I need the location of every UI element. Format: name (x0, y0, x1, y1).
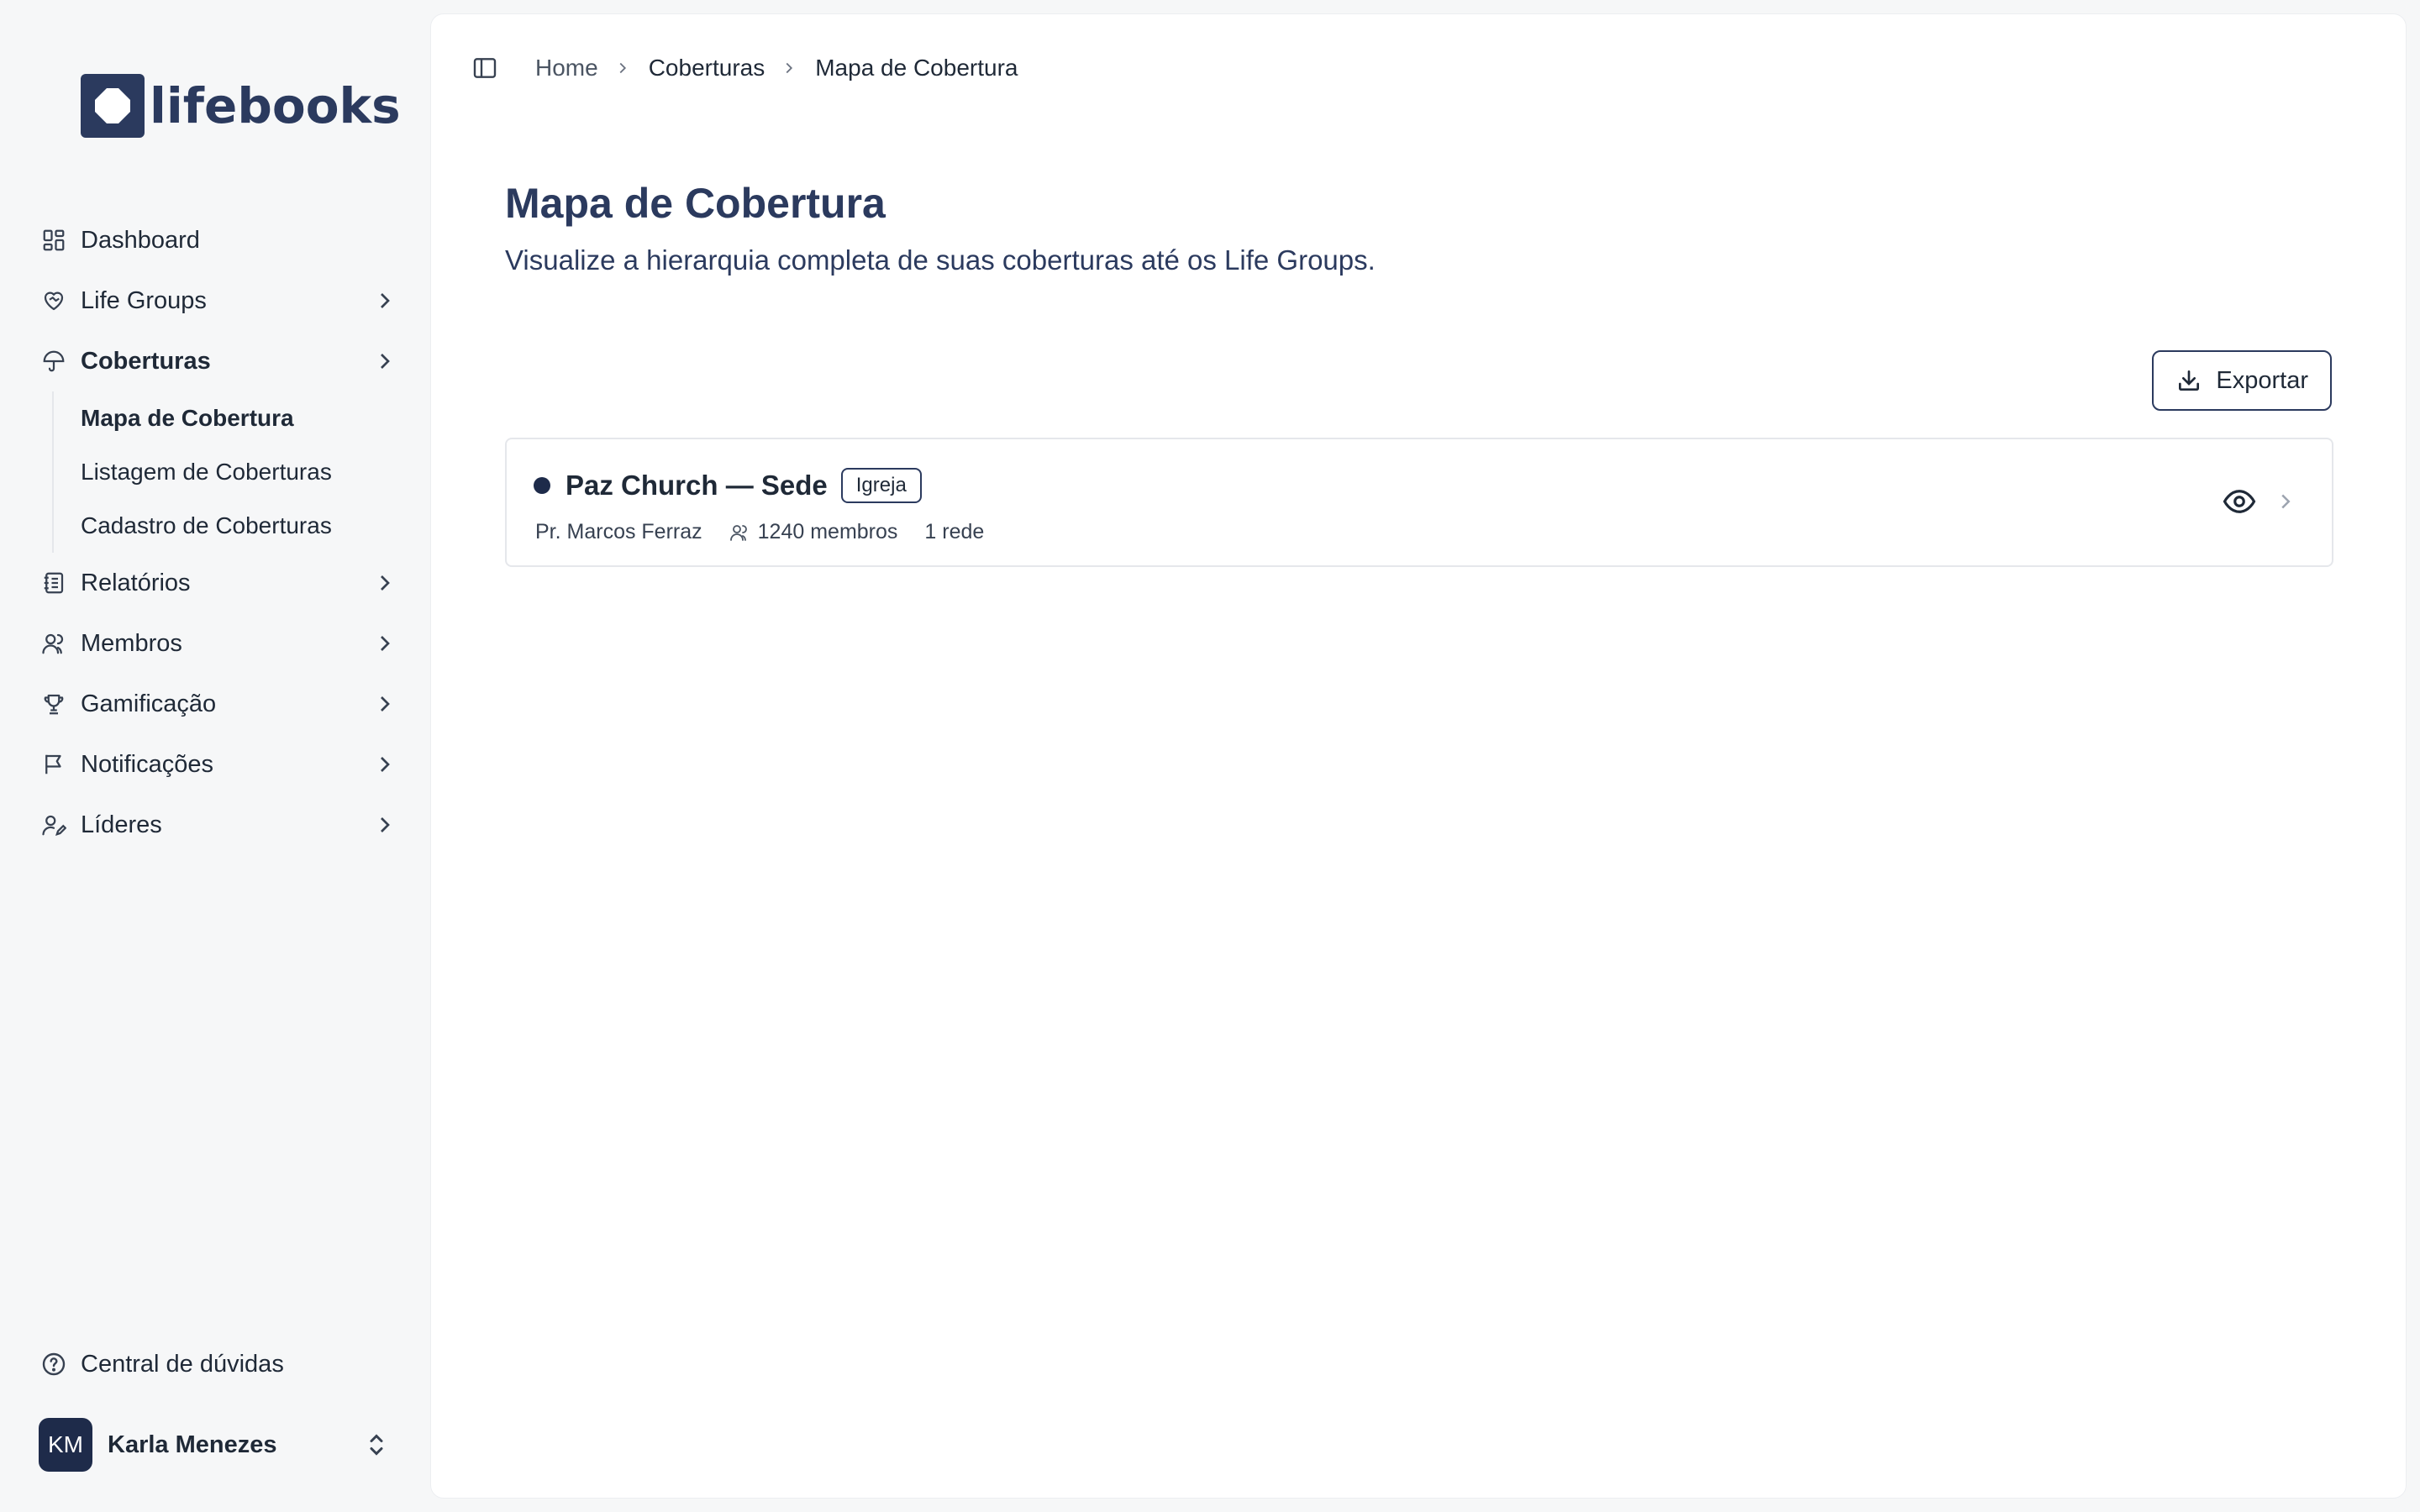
sidebar-item-label: Relatórios (81, 569, 191, 596)
chevron-right-icon (2281, 494, 2291, 509)
sidebar-item-gamificacao[interactable]: Gamificação (37, 674, 398, 734)
help-center-label: Central de dúvidas (81, 1350, 284, 1378)
coverage-title: Paz Church — Sede (566, 470, 828, 501)
export-button[interactable]: Exportar (2152, 350, 2332, 411)
sidebar-item-lideres[interactable]: Líderes (37, 795, 398, 855)
subnav-item-mapa-de-cobertura[interactable]: Mapa de Cobertura (81, 391, 398, 445)
page-subtitle: Visualize a hierarquia completa de suas … (505, 244, 1376, 276)
coverage-card[interactable]: Paz Church — Sede Igreja Pr. Marcos Ferr… (505, 438, 2333, 567)
breadcrumb-current: Mapa de Cobertura (815, 55, 1018, 81)
members-count: 1240 membros (729, 520, 898, 544)
sidebar-item-label: Notificações (81, 750, 213, 778)
chevron-right-icon (381, 354, 390, 369)
help-circle-icon (37, 1347, 71, 1381)
umbrella-icon (37, 344, 71, 378)
breadcrumb: Home Coberturas Mapa de Cobertura (535, 55, 1018, 81)
sidebar-item-membros[interactable]: Membros (37, 613, 398, 674)
dashboard-icon (37, 223, 71, 257)
expand-button[interactable] (2271, 487, 2300, 516)
panel-left-icon (473, 58, 497, 78)
sidebar-item-coberturas[interactable]: Coberturas (37, 331, 398, 391)
brand-name: lifebooks (150, 77, 401, 134)
sidebar-toggle-button[interactable] (470, 53, 500, 83)
sidebar-item-label: Life Groups (81, 286, 207, 314)
networks-count: 1 rede (924, 520, 985, 543)
export-label: Exportar (2216, 366, 2308, 394)
chevron-right-icon (381, 696, 390, 711)
sidebar-item-life-groups[interactable]: Life Groups (37, 270, 398, 331)
chevron-right-icon (381, 817, 390, 832)
breadcrumb-home[interactable]: Home (535, 55, 598, 81)
type-badge: Igreja (840, 468, 922, 503)
breadcrumb-coberturas[interactable]: Coberturas (649, 55, 765, 81)
sidebar-item-label: Gamificação (81, 690, 217, 717)
avatar: KM (39, 1418, 92, 1472)
coverage-card-meta: Pr. Marcos Ferraz 1240 membros 1 rede (535, 520, 984, 544)
download-icon (2175, 366, 2204, 395)
sidebar-item-notificacoes[interactable]: Notificações (37, 734, 398, 795)
logo-mark-icon (81, 74, 145, 138)
coverage-card-header: Paz Church — Sede Igreja (534, 468, 922, 503)
eye-icon (2223, 490, 2256, 513)
subnav-item-listagem-de-coberturas[interactable]: Listagem de Coberturas (81, 445, 398, 499)
sidebar-nav: Dashboard Life Groups Coberturas Mapa de… (37, 210, 398, 855)
pastor-name: Pr. Marcos Ferraz (535, 520, 702, 543)
chevron-right-icon (613, 58, 634, 78)
message-flag-icon (37, 748, 71, 781)
sidebar: lifebooks Dashboard Life Groups Cobertur… (0, 0, 430, 1512)
trophy-icon (37, 687, 71, 721)
sidebar-item-label: Coberturas (81, 347, 211, 375)
chevron-right-icon (381, 575, 390, 591)
topbar: Home Coberturas Mapa de Cobertura (470, 48, 1018, 88)
coverage-card-actions (2221, 483, 2300, 520)
coberturas-subnav: Mapa de Cobertura Listagem de Coberturas… (52, 391, 398, 553)
notebook-icon (37, 566, 71, 600)
heart-handshake-icon (37, 284, 71, 318)
help-center-link[interactable]: Central de dúvidas (37, 1334, 284, 1394)
sidebar-item-label: Líderes (81, 811, 162, 838)
users-icon (729, 522, 751, 543)
chevron-right-icon (381, 757, 390, 772)
user-name: Karla Menezes (108, 1431, 277, 1458)
view-button[interactable] (2221, 483, 2258, 520)
brand-logo[interactable]: lifebooks (81, 74, 401, 138)
sidebar-item-label: Membros (81, 629, 182, 657)
sidebar-item-label: Dashboard (81, 226, 200, 254)
subnav-item-cadastro-de-coberturas[interactable]: Cadastro de Coberturas (81, 499, 398, 553)
page-title: Mapa de Cobertura (505, 180, 886, 227)
status-dot (534, 477, 550, 494)
sidebar-item-dashboard[interactable]: Dashboard (37, 210, 398, 270)
sidebar-item-relatorios[interactable]: Relatórios (37, 553, 398, 613)
main-panel: Home Coberturas Mapa de Cobertura Mapa d… (430, 13, 2407, 1499)
chevrons-up-down-icon (370, 1434, 383, 1456)
chevron-right-icon (381, 293, 390, 308)
users-icon (37, 627, 71, 660)
chevron-right-icon (780, 58, 800, 78)
members-label: 1240 membros (757, 520, 898, 543)
user-menu[interactable]: KM Karla Menezes (39, 1416, 392, 1473)
chevron-right-icon (381, 636, 390, 651)
user-pen-icon (37, 808, 71, 842)
